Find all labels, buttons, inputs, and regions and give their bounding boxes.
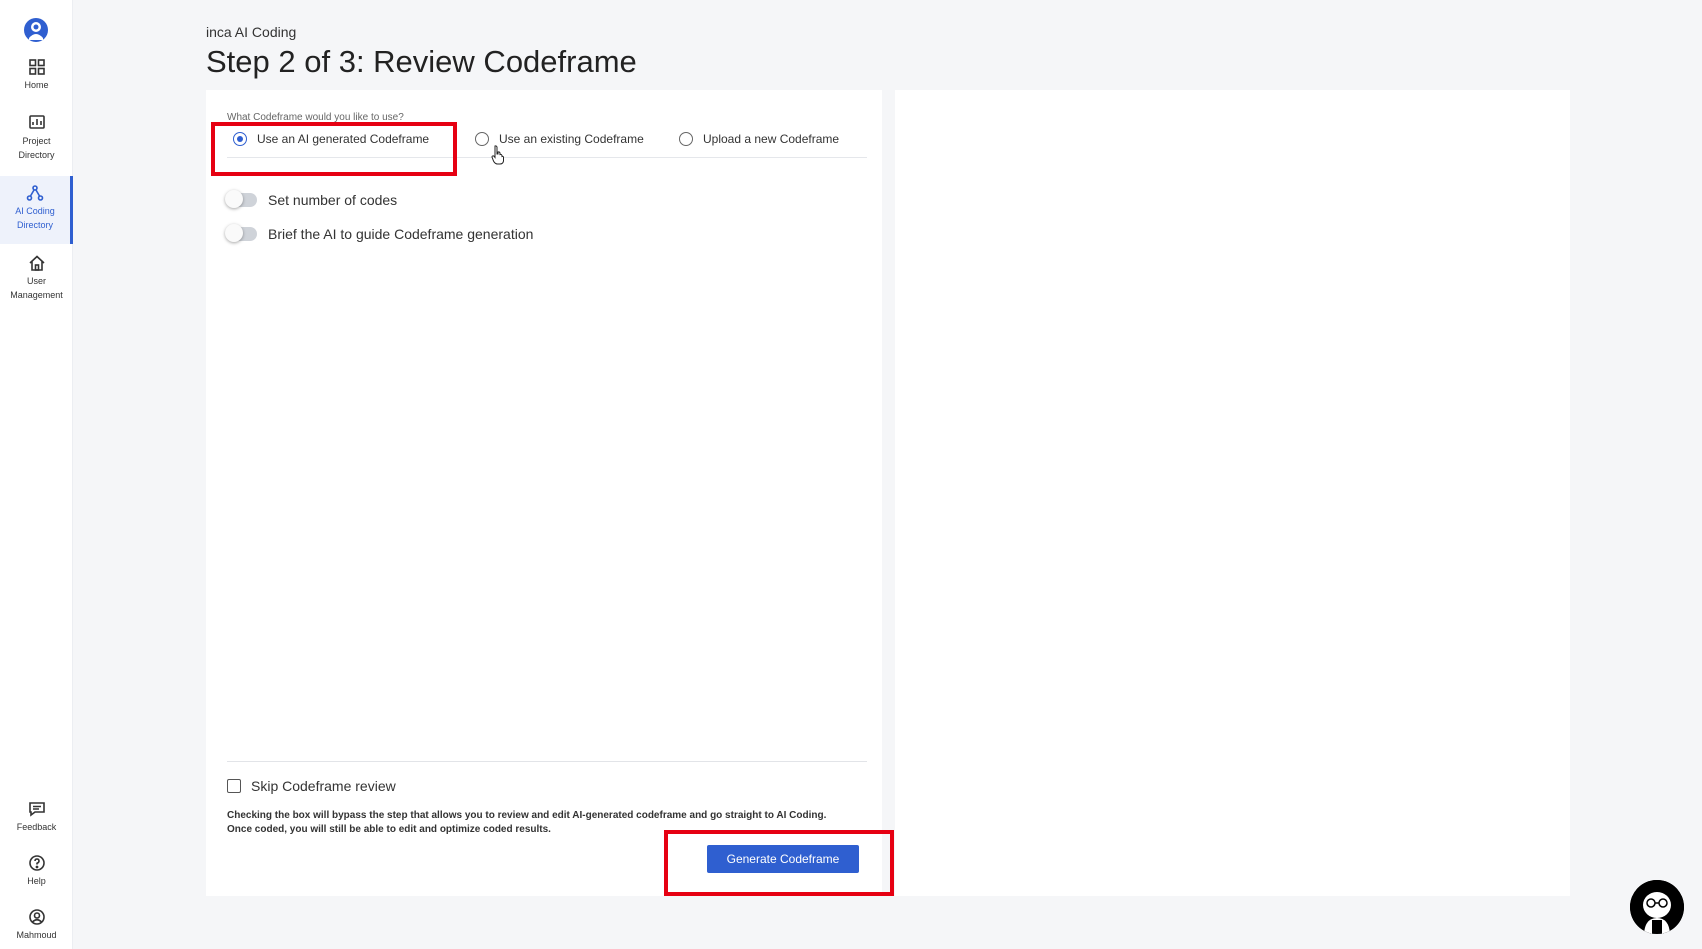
radio-label: Use an AI generated Codeframe <box>257 132 430 146</box>
sidebar-item-label: Feedback <box>16 822 57 832</box>
sidebar-item-label: Mahmoud <box>16 930 57 940</box>
codeframe-question-label: What Codeframe would you like to use? <box>227 112 404 123</box>
radio-indicator[interactable] <box>475 132 489 146</box>
chart-board-icon <box>28 114 46 132</box>
user-circle-logo-icon[interactable] <box>22 16 50 44</box>
set-number-of-codes-toggle[interactable] <box>225 190 257 208</box>
grid-icon <box>28 58 46 76</box>
skip-codeframe-review-checkbox[interactable] <box>227 779 241 793</box>
radio-existing-codeframe[interactable]: Use an existing Codeframe <box>475 132 644 146</box>
sidebar-item-project-directory[interactable]: Project Directory <box>0 114 73 162</box>
preview-panel <box>895 90 1570 896</box>
toggle-label: Set number of codes <box>268 192 398 208</box>
brief-ai-toggle[interactable] <box>225 224 257 242</box>
sidebar-item-label: Project Directory <box>18 136 55 160</box>
radio-upload-new-codeframe[interactable]: Upload a new Codeframe <box>679 132 839 146</box>
sidebar-item-user-management[interactable]: User Management <box>0 254 73 302</box>
skip-review-row: Skip Codeframe review <box>227 778 396 794</box>
help-icon <box>28 854 46 872</box>
user-account-icon <box>28 908 46 926</box>
toggle-label: Brief the AI to guide Codeframe generati… <box>268 226 534 242</box>
page-title: Step 2 of 3: Review Codeframe <box>206 44 637 79</box>
codeframe-option-group: Use an AI generated Codeframe Use an exi… <box>227 128 867 158</box>
checkbox-label: Skip Codeframe review <box>251 778 396 794</box>
feedback-icon <box>28 800 46 818</box>
sidebar-item-account[interactable]: Mahmoud <box>0 908 73 942</box>
assistant-avatar-icon[interactable] <box>1630 880 1684 934</box>
radio-indicator[interactable] <box>233 132 247 146</box>
toggle-row-set-number-of-codes: Set number of codes <box>225 190 398 208</box>
sidebar-item-ai-coding-directory[interactable]: AI Coding Directory <box>0 176 73 244</box>
network-icon <box>26 184 44 202</box>
codeframe-form-panel: What Codeframe would you like to use? Us… <box>206 90 882 896</box>
radio-indicator[interactable] <box>679 132 693 146</box>
sidebar-item-feedback[interactable]: Feedback <box>0 800 73 834</box>
sidebar: Home Project Directory AI Coding Directo… <box>0 0 73 949</box>
sidebar-item-home[interactable]: Home <box>0 58 73 92</box>
breadcrumb: inca AI Coding <box>206 24 297 40</box>
sidebar-item-label: AI Coding Directory <box>15 206 55 230</box>
sidebar-item-help[interactable]: Help <box>0 854 73 888</box>
skip-review-help-text: Checking the box will bypass the step th… <box>227 810 827 835</box>
sidebar-item-label: Home <box>24 80 49 90</box>
generate-codeframe-button[interactable]: Generate Codeframe <box>707 845 859 873</box>
house-icon <box>28 254 46 272</box>
radio-ai-generated-codeframe[interactable]: Use an AI generated Codeframe <box>233 132 429 146</box>
radio-label: Upload a new Codeframe <box>703 132 840 146</box>
sidebar-item-label: User Management <box>10 276 63 300</box>
sidebar-item-label: Help <box>27 876 46 886</box>
mouse-pointer-icon <box>491 145 505 165</box>
radio-label: Use an existing Codeframe <box>499 132 644 146</box>
divider <box>227 761 867 762</box>
toggle-row-brief-the-ai: Brief the AI to guide Codeframe generati… <box>225 224 534 242</box>
